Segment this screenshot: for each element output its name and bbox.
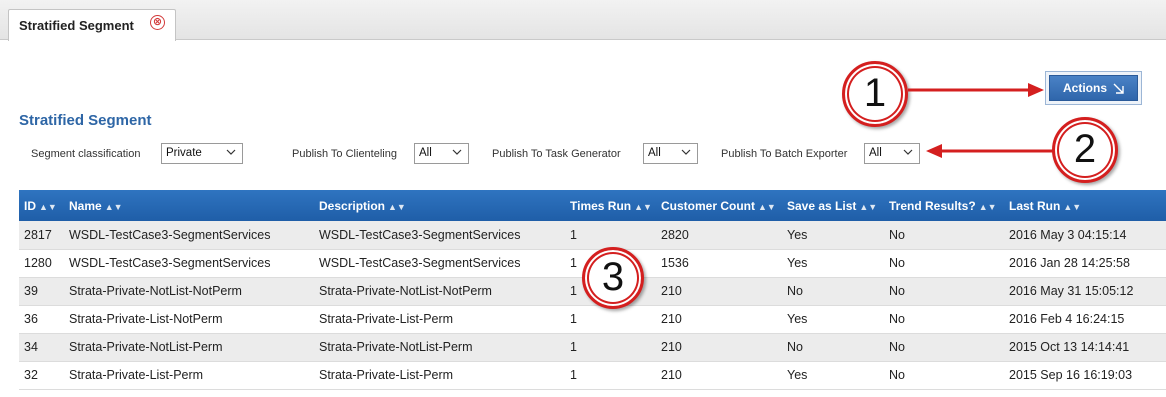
publish-clienteling-label: Publish To Clienteling (292, 148, 397, 160)
cell-times-run: 1 (565, 221, 656, 250)
cell-name: Strata-Private-NotList-Perm (64, 333, 314, 362)
table-header-row: ID ▲▼ Name ▲▼ Description ▲▼ Times Run ▲▼ Cu… (19, 190, 1166, 221)
annotation-1: 1 (842, 61, 908, 127)
cell-last-run: 2016 May 31 15:05:12 (1004, 277, 1166, 306)
cell-last-run: 2016 May 3 04:15:14 (1004, 221, 1166, 250)
publish-batch-exporter-value: All (869, 147, 882, 159)
cell-name: WSDL-TestCase3-SegmentServices (64, 249, 314, 278)
chevron-down-icon (452, 147, 462, 160)
cell-id: 1280 (19, 249, 64, 278)
cell-last-run: 2016 Feb 4 16:24:15 (1004, 305, 1166, 334)
cell-customer-count: 1536 (656, 249, 782, 278)
table-row[interactable]: 32 Strata-Private-List-Perm Strata-Priva… (19, 361, 1166, 390)
cell-id: 34 (19, 333, 64, 362)
column-header-save-as-list[interactable]: Save as List ▲▼ (782, 190, 884, 221)
cell-save-as-list: Yes (782, 305, 884, 334)
cell-name: Strata-Private-List-Perm (64, 361, 314, 390)
table-row[interactable]: 34 Strata-Private-NotList-Perm Strata-Pr… (19, 333, 1166, 362)
actions-button[interactable]: Actions (1049, 75, 1138, 101)
cell-customer-count: 2820 (656, 221, 782, 250)
publish-task-generator-label: Publish To Task Generator (492, 148, 621, 160)
publish-task-generator-value: All (648, 147, 661, 159)
cell-times-run: 1 (565, 361, 656, 390)
publish-task-generator-select[interactable]: All (643, 143, 698, 164)
cell-save-as-list: Yes (782, 361, 884, 390)
cell-description: Strata-Private-List-Perm (314, 305, 565, 334)
cell-id: 39 (19, 277, 64, 306)
cell-description: Strata-Private-List-Perm (314, 361, 565, 390)
close-icon[interactable]: ⊗ (150, 15, 165, 30)
cell-id: 2817 (19, 221, 64, 250)
column-header-name[interactable]: Name ▲▼ (64, 190, 314, 221)
cell-save-as-list: No (782, 277, 884, 306)
cell-trend-results: No (884, 305, 1004, 334)
sort-icon: ▲▼ (104, 201, 123, 212)
publish-batch-exporter-select[interactable]: All (864, 143, 920, 164)
publish-clienteling-select[interactable]: All (414, 143, 469, 164)
table-row[interactable]: 36 Strata-Private-List-NotPerm Strata-Pr… (19, 305, 1166, 334)
cell-name: Strata-Private-NotList-NotPerm (64, 277, 314, 306)
chevron-down-icon (681, 147, 691, 160)
sort-icon: ▲▼ (634, 201, 652, 212)
tab-label: Stratified Segment (19, 18, 134, 33)
cell-times-run: 1 (565, 333, 656, 362)
cell-times-run: 1 (565, 305, 656, 334)
tab-strip: Stratified Segment ⊗ (0, 0, 1166, 41)
cell-customer-count: 210 (656, 333, 782, 362)
annotation-arrow-1 (908, 83, 1044, 97)
cell-last-run: 2015 Sep 16 16:19:03 (1004, 361, 1166, 390)
cell-id: 36 (19, 305, 64, 334)
cell-customer-count: 210 (656, 277, 782, 306)
cell-customer-count: 210 (656, 305, 782, 334)
segment-classification-value: Private (166, 147, 202, 159)
sort-icon: ▲▼ (978, 201, 997, 212)
publish-clienteling-value: All (419, 147, 432, 159)
cell-customer-count: 210 (656, 361, 782, 390)
cell-save-as-list: Yes (782, 249, 884, 278)
annotation-2: 2 (1052, 117, 1118, 183)
table-row[interactable]: 2817 WSDL-TestCase3-SegmentServices WSDL… (19, 221, 1166, 250)
cell-description: WSDL-TestCase3-SegmentServices (314, 249, 565, 278)
cell-description: Strata-Private-NotList-NotPerm (314, 277, 565, 306)
page-title: Stratified Segment (19, 112, 152, 129)
segment-classification-select[interactable]: Private (161, 143, 243, 164)
cell-last-run: 2016 Jan 28 14:25:58 (1004, 249, 1166, 278)
column-header-customer-count[interactable]: Customer Count ▲▼ (656, 190, 782, 221)
cell-save-as-list: Yes (782, 221, 884, 250)
cell-trend-results: No (884, 221, 1004, 250)
cell-trend-results: No (884, 277, 1004, 306)
cell-trend-results: No (884, 249, 1004, 278)
cell-id: 32 (19, 361, 64, 390)
sort-icon: ▲▼ (758, 201, 776, 212)
column-header-trend-results[interactable]: Trend Results? ▲▼ (884, 190, 1004, 221)
column-header-description[interactable]: Description ▲▼ (314, 190, 565, 221)
column-header-last-run[interactable]: Last Run ▲▼ (1004, 190, 1166, 221)
chevron-down-icon (226, 147, 236, 160)
sort-icon: ▲▼ (859, 201, 878, 212)
cell-trend-results: No (884, 333, 1004, 362)
cell-save-as-list: No (782, 333, 884, 362)
arrow-down-right-icon (1113, 83, 1124, 94)
actions-label: Actions (1062, 81, 1107, 95)
sort-icon: ▲▼ (1063, 201, 1082, 212)
segment-classification-label: Segment classification (31, 148, 141, 160)
column-header-times-run[interactable]: Times Run ▲▼ (565, 190, 656, 221)
column-header-id[interactable]: ID ▲▼ (19, 190, 64, 221)
publish-batch-exporter-label: Publish To Batch Exporter (721, 148, 848, 160)
actions-button-frame: Actions (1045, 71, 1142, 105)
annotation-arrow-2 (926, 144, 1054, 158)
cell-description: WSDL-TestCase3-SegmentServices (314, 221, 565, 250)
cell-last-run: 2015 Oct 13 14:14:41 (1004, 333, 1166, 362)
cell-name: WSDL-TestCase3-SegmentServices (64, 221, 314, 250)
sort-icon: ▲▼ (39, 201, 57, 212)
annotation-3: 3 (582, 247, 644, 309)
cell-name: Strata-Private-List-NotPerm (64, 305, 314, 334)
chevron-down-icon (903, 147, 913, 160)
tab-stratified-segment[interactable]: Stratified Segment ⊗ (8, 9, 176, 41)
sort-icon: ▲▼ (388, 201, 406, 212)
cell-description: Strata-Private-NotList-Perm (314, 333, 565, 362)
cell-trend-results: No (884, 361, 1004, 390)
